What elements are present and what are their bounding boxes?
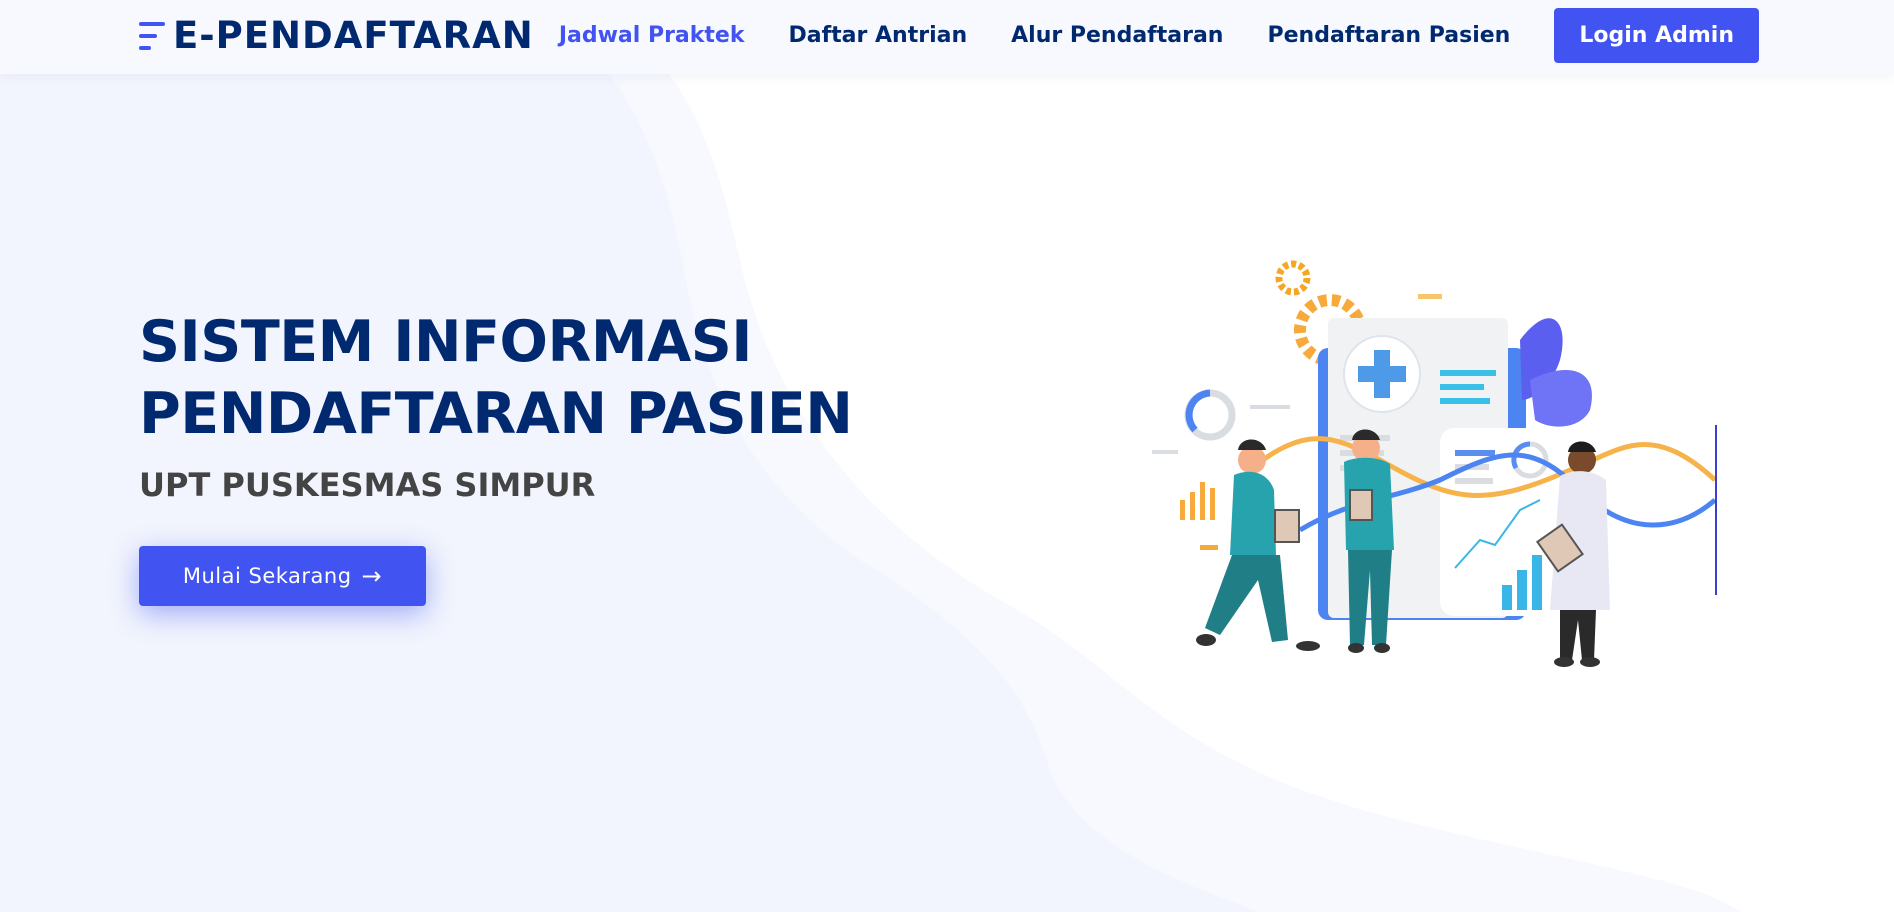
- hero-title: SISTEM INFORMASI PENDAFTARAN PASIEN: [139, 306, 899, 450]
- hero-subtitle: UPT PUSKESMAS SIMPUR: [139, 466, 596, 504]
- top-navbar: E-PENDAFTARAN Jadwal Praktek Daftar Antr…: [0, 0, 1894, 74]
- login-admin-button[interactable]: Login Admin: [1554, 8, 1759, 63]
- brand-logo[interactable]: E-PENDAFTARAN: [139, 16, 534, 56]
- nav-daftar-antrian[interactable]: Daftar Antrian: [788, 23, 967, 48]
- start-button-label: Mulai Sekarang: [182, 564, 352, 588]
- brand-name: E-PENDAFTARAN: [173, 14, 534, 57]
- start-button[interactable]: Mulai Sekarang →: [139, 546, 426, 606]
- main-nav: Jadwal Praktek Daftar Antrian Alur Penda…: [515, 8, 1759, 63]
- hero-title-line-1: SISTEM INFORMASI: [139, 309, 753, 375]
- nav-jadwal-praktek[interactable]: Jadwal Praktek: [559, 23, 745, 48]
- nav-alur-pendaftaran[interactable]: Alur Pendaftaran: [1011, 23, 1223, 48]
- medical-team-illustration: [1152, 260, 1717, 667]
- arrow-right-icon: →: [361, 562, 383, 590]
- menu-lines-icon: [139, 18, 167, 54]
- hero-title-line-2: PENDAFTARAN PASIEN: [139, 381, 853, 447]
- nav-pendaftaran-pasien[interactable]: Pendaftaran Pasien: [1267, 23, 1510, 48]
- page: E-PENDAFTARAN Jadwal Praktek Daftar Antr…: [0, 0, 1894, 912]
